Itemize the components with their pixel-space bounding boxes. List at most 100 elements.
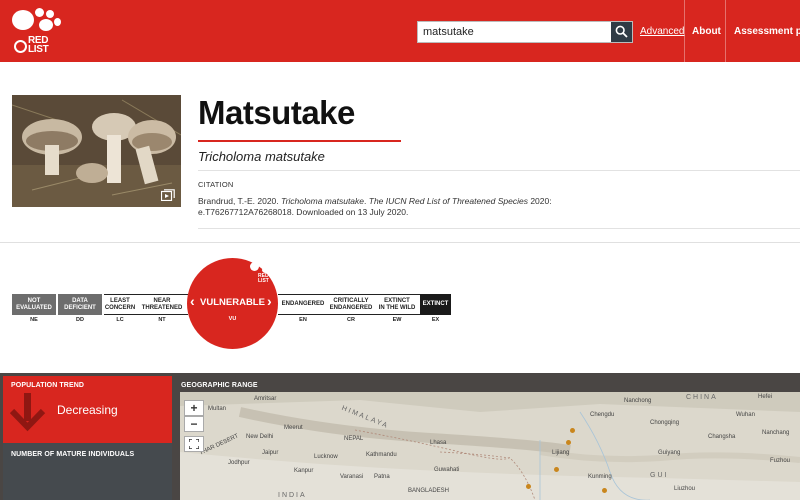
map-zoom-out-button[interactable]: − — [184, 416, 204, 432]
map-place-label: Chongqing — [650, 420, 680, 426]
logo-word-list: LIST — [28, 44, 49, 55]
status-abbr: DD — [76, 317, 84, 323]
search-button[interactable] — [611, 22, 632, 42]
map-place-label: Kanpur — [294, 468, 314, 474]
status-line: EVALUATED — [16, 304, 52, 311]
occurrence-point — [526, 484, 531, 489]
arrow-down-icon — [10, 393, 46, 432]
status-line: NOT — [27, 297, 41, 304]
status-line: ENDANGERED — [281, 301, 325, 307]
status-data-deficient[interactable]: DATA DEFICIENT — [58, 294, 102, 315]
section-divider — [0, 242, 800, 243]
chevron-right-icon[interactable]: › — [267, 293, 272, 309]
status-line: IN THE WILD — [378, 304, 416, 311]
status-least-concern[interactable]: LEAST CONCERN — [104, 294, 136, 315]
map-place-label: Kathmandu — [366, 452, 397, 458]
search-icon — [615, 25, 628, 38]
map-region-label: GUI — [650, 472, 669, 479]
status-line: ENDANGERED — [329, 304, 373, 311]
status-abbr: NE — [30, 317, 38, 323]
site-header: RED LIST Advanced About Assessment pro — [0, 0, 800, 62]
map-place-label: Patna — [374, 474, 390, 480]
map-place-label: Guiyang — [658, 450, 681, 456]
map-place-label: New Delhi — [246, 434, 274, 440]
status-near-threatened[interactable]: NEAR THREATENED — [136, 294, 188, 315]
fullscreen-icon — [188, 438, 200, 450]
logo-blob — [39, 19, 53, 31]
status-abbr: EX — [431, 317, 440, 323]
citation-text: Brandrud, T.-E. 2020. Tricholoma matsuta… — [198, 196, 552, 217]
chevron-left-icon[interactable]: ‹ — [190, 293, 195, 309]
map-terrain — [180, 392, 800, 500]
logo-wordmark: RED LIST — [28, 36, 49, 55]
status-extinct-in-wild[interactable]: EXTINCT IN THE WILD — [374, 294, 420, 315]
status-line: DATA — [72, 297, 88, 304]
status-line: LEAST — [110, 297, 130, 304]
divider — [198, 228, 800, 229]
range-map[interactable]: Multan Amritsar New Delhi Meerut Jodhpur… — [180, 392, 800, 500]
title-underline — [198, 140, 401, 142]
status-line: EXTINCT — [384, 297, 410, 304]
geographic-range-label: GEOGRAPHIC RANGE — [181, 382, 258, 389]
status-abbr: CR — [347, 317, 355, 323]
population-trend-value: Decreasing — [57, 403, 118, 417]
occurrence-point — [602, 488, 607, 493]
status-abbr: LC — [116, 317, 124, 323]
nav-about-link[interactable]: About — [692, 26, 721, 37]
status-line: DEFICIENT — [64, 304, 96, 311]
map-place-label: Guwahati — [434, 467, 460, 473]
occurrence-point — [570, 428, 575, 433]
search-box — [417, 21, 633, 43]
red-list-logo[interactable]: RED LIST — [8, 6, 68, 58]
logo-blob — [54, 18, 61, 26]
current-status-label: VULNERABLE — [200, 297, 265, 308]
map-place-label: Lucknow — [314, 454, 338, 460]
map-place-label: Liuzhou — [674, 486, 696, 492]
population-trend-panel: POPULATION TREND Decreasing — [3, 376, 172, 443]
citation-species: Tricholoma matsutake — [281, 196, 365, 206]
divider — [198, 170, 800, 171]
map-place-label: Amritsar — [254, 396, 277, 402]
badge-logo-word: LIST — [258, 278, 269, 284]
nav-advanced-link[interactable]: Advanced — [640, 26, 684, 37]
status-line: EXTINCT — [422, 301, 449, 307]
status-line: THREATENED — [141, 304, 183, 311]
map-place-label: Lhasa — [430, 440, 447, 446]
map-place-label: Nanchong — [624, 398, 652, 404]
map-place-label: Multan — [208, 406, 227, 412]
nav-divider — [684, 0, 685, 62]
map-zoom-in-button[interactable]: + — [184, 400, 204, 416]
logo-blob — [35, 8, 44, 17]
status-extinct[interactable]: EXTINCT — [420, 294, 451, 315]
status-not-evaluated[interactable]: NOT EVALUATED — [12, 294, 56, 315]
logo-ring-icon — [14, 40, 27, 53]
search-input[interactable] — [418, 22, 612, 42]
current-status-abbr: VU — [228, 316, 237, 322]
mature-individuals-label: NUMBER OF MATURE INDIVIDUALS — [11, 451, 135, 458]
map-place-label: Lijiang — [552, 450, 570, 456]
gallery-icon[interactable] — [161, 189, 175, 201]
map-place-label: Fuzhou — [770, 458, 791, 464]
status-line: NEAR — [153, 297, 171, 304]
map-place-label: Meerut — [284, 425, 303, 431]
map-country-label: BANGLADESH — [408, 488, 450, 494]
status-endangered[interactable]: ENDANGERED — [278, 294, 328, 315]
map-place-label: Jaipur — [262, 450, 279, 456]
citation-authors: Brandrud, T.-E. 2020. — [198, 196, 279, 206]
status-critically-endangered[interactable]: CRITICALLY ENDANGERED — [328, 294, 374, 315]
map-fullscreen-button[interactable] — [184, 436, 204, 452]
population-trend-label: POPULATION TREND — [11, 382, 85, 389]
mushroom-photo-illustration — [12, 95, 181, 207]
citation-source: The IUCN Red List of Threatened Species — [368, 196, 528, 206]
status-line: CONCERN — [104, 304, 136, 311]
map-place-label: Chengdu — [590, 412, 615, 418]
map-country-label: INDIA — [278, 492, 307, 499]
species-photo[interactable] — [12, 95, 181, 207]
map-place-label: Nanchang — [762, 430, 790, 436]
species-scientific-name: Tricholoma matsutake — [198, 149, 325, 164]
citation-label: CITATION — [198, 180, 234, 189]
badge-red-list-logo: RED LIST — [249, 261, 275, 287]
occurrence-point — [566, 440, 571, 445]
nav-assessment-link[interactable]: Assessment pro — [734, 26, 800, 37]
map-place-label: Jodhpur — [228, 460, 250, 466]
